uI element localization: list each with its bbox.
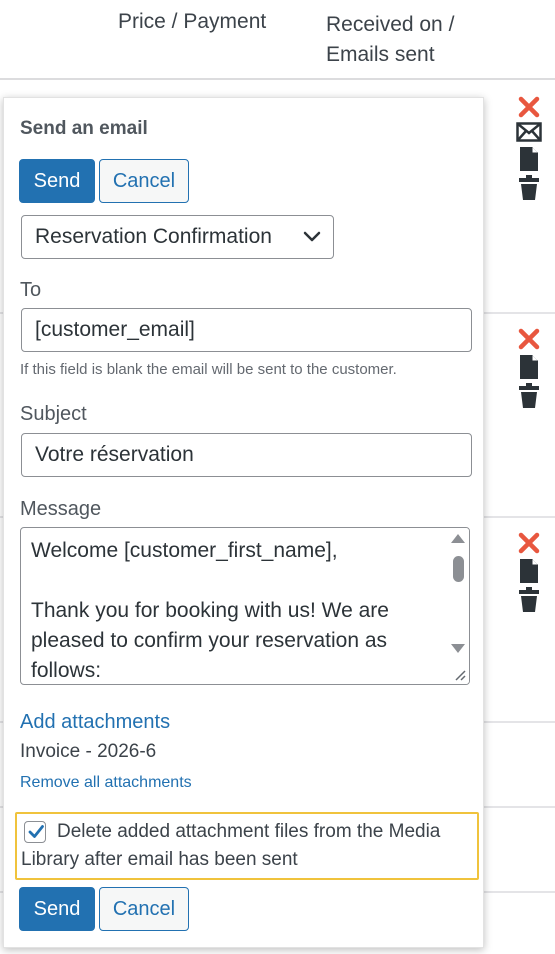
to-value: [customer_email]: [35, 318, 195, 341]
to-label: To: [20, 279, 42, 301]
delete-attachments-label[interactable]: Delete added attachment files from the M…: [21, 818, 471, 874]
row-actions: [516, 94, 542, 202]
message-textarea[interactable]: Welcome [customer_first_name], Thank you…: [20, 527, 470, 685]
trash-icon[interactable]: [516, 382, 542, 410]
delete-booking-icon[interactable]: [516, 530, 542, 556]
scroll-up-icon[interactable]: [451, 534, 465, 543]
to-help-text: If this field is blank the email will be…: [20, 361, 397, 378]
trash-icon[interactable]: [516, 586, 542, 614]
trash-icon[interactable]: [516, 174, 542, 202]
send-email-popup: Send an email Send Cancel Reservation Co…: [3, 97, 484, 948]
column-header-received: Received on / Emails sent: [326, 13, 455, 66]
column-header-price: Price / Payment: [118, 10, 267, 33]
email-icon[interactable]: [516, 120, 542, 144]
resize-grip-icon[interactable]: [451, 666, 467, 682]
message-scrollbar[interactable]: [447, 528, 469, 684]
subject-label: Subject: [20, 403, 87, 425]
document-icon[interactable]: [516, 556, 542, 586]
delete-booking-icon[interactable]: [516, 94, 542, 120]
to-field[interactable]: [customer_email]: [21, 308, 472, 352]
subject-value: Votre réservation: [35, 443, 194, 466]
email-template-select[interactable]: Reservation Confirmation: [21, 215, 334, 259]
message-value: Welcome [customer_first_name], Thank you…: [31, 539, 389, 682]
add-attachments-link[interactable]: Add attachments: [20, 711, 170, 734]
cancel-button-bottom[interactable]: Cancel: [99, 887, 189, 931]
send-button-bottom[interactable]: Send: [19, 887, 95, 931]
row-actions: [516, 530, 542, 614]
delete-attachments-option: Delete added attachment files from the M…: [15, 812, 479, 880]
chevron-down-icon: [303, 228, 321, 246]
cancel-button-top[interactable]: Cancel: [99, 159, 189, 203]
send-button-top[interactable]: Send: [19, 159, 95, 203]
attachment-item: Invoice - 2026-6: [20, 741, 157, 762]
document-icon[interactable]: [516, 144, 542, 174]
scroll-thumb[interactable]: [453, 556, 464, 582]
row-actions: [516, 326, 542, 410]
remove-attachments-link[interactable]: Remove all attachments: [20, 774, 192, 792]
subject-field[interactable]: Votre réservation: [21, 433, 472, 477]
document-icon[interactable]: [516, 352, 542, 382]
email-template-value: Reservation Confirmation: [35, 225, 272, 248]
delete-attachments-checkbox[interactable]: [24, 821, 46, 843]
message-label: Message: [20, 498, 102, 520]
popup-title: Send an email: [20, 118, 148, 139]
table-header: Price / Payment Received on / Emails sen…: [0, 0, 555, 80]
checkmark-icon: [27, 823, 45, 841]
scroll-down-icon[interactable]: [451, 644, 465, 653]
delete-booking-icon[interactable]: [516, 326, 542, 352]
